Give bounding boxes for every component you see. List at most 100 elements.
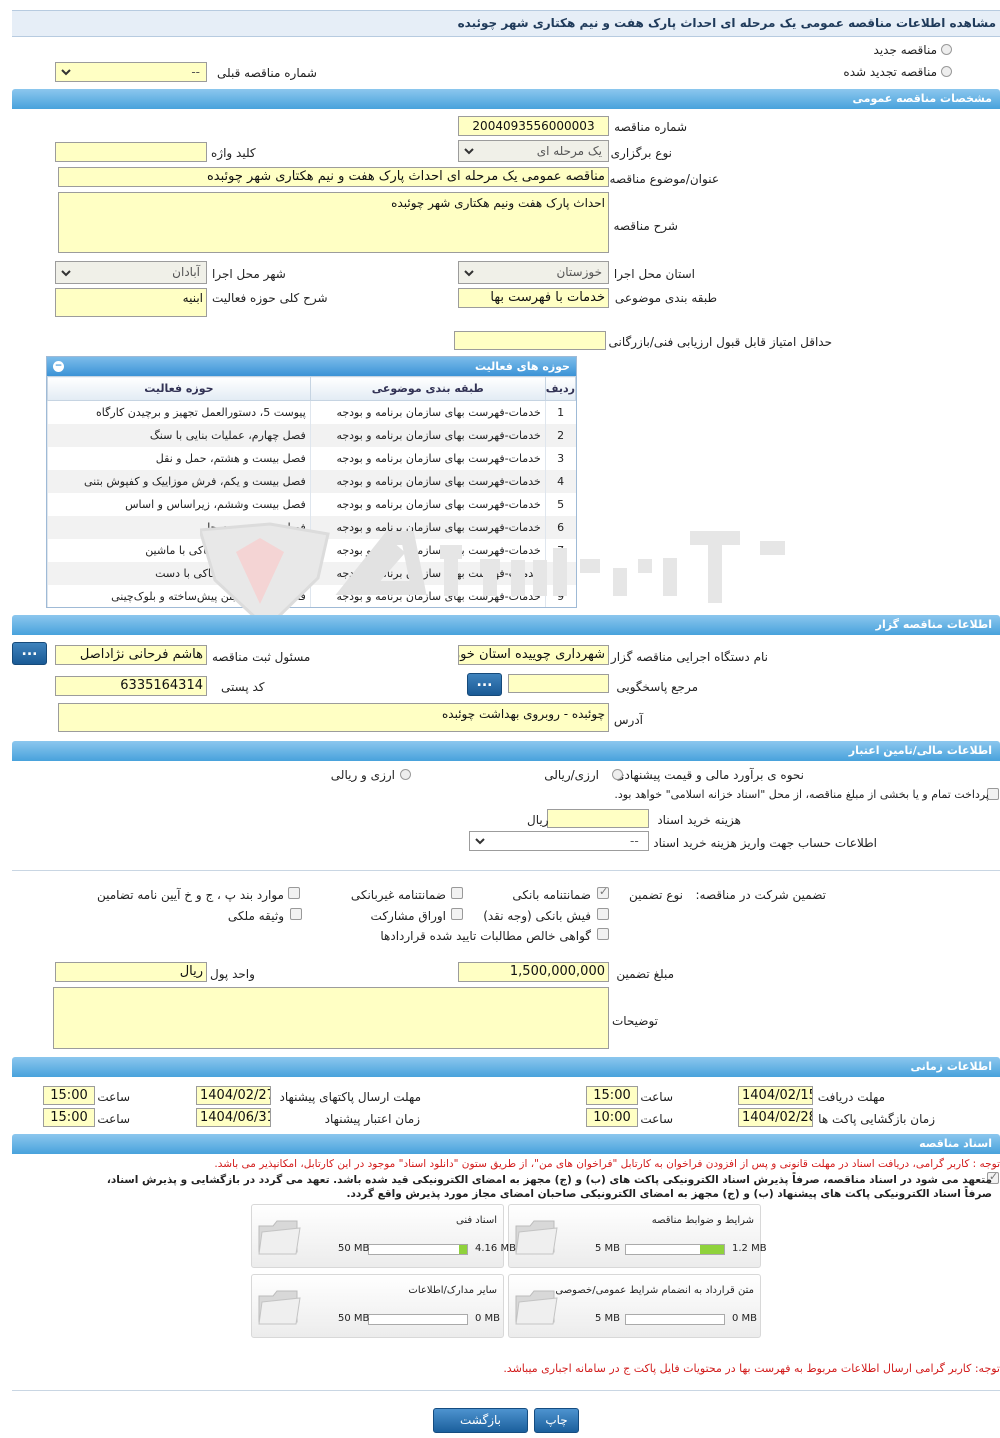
finance-divider <box>12 870 1000 871</box>
postal-code-field[interactable]: 6335164314 <box>55 676 207 696</box>
upload-progress-fill <box>700 1245 724 1254</box>
receivables-cert-label: گواهی خالص مطالبات تایید شده قراردادها <box>380 929 591 943</box>
print-button[interactable]: چاپ <box>534 1408 579 1433</box>
row-number-cell: 1 <box>544 400 576 424</box>
activity-desc-field[interactable]: ابنیه <box>55 288 207 317</box>
nonbank-guarantee-checkbox[interactable] <box>451 887 463 899</box>
doc-fee-label: هزینه خرید اسناد <box>657 813 741 827</box>
description-field[interactable]: احداث پارک هفت ونیم هکتاری شهر چوئبده <box>58 192 609 253</box>
tender-number-field[interactable]: 2004093556000003 <box>458 116 609 136</box>
row-number-cell: 3 <box>544 446 576 470</box>
document-max-size: 50 MB <box>338 1243 370 1254</box>
estimate-method-label: نحوه ی برآورد مالی و قیمت پیشنهادی <box>615 768 804 782</box>
cash-receipt-checkbox[interactable] <box>597 908 609 920</box>
doc-receive-time-field[interactable]: 15:00 <box>586 1086 638 1105</box>
currency-field[interactable]: ریال <box>55 962 207 982</box>
province-value: خوزستان <box>556 265 602 279</box>
reference-label: مرجع پاسخگویی <box>616 680 698 694</box>
account-info-value: -- <box>630 834 639 848</box>
method-select[interactable]: یک مرحله ای <box>458 140 609 162</box>
activity-cell: فصل دوازدهم، بتن پیش‌ساخته و بلوک‌چینی <box>47 584 311 607</box>
org-name-field[interactable]: شهرداری چوییده استان خوزستان <box>458 645 609 665</box>
document-current-size: 0 MB <box>732 1313 758 1324</box>
activity-cell: فصل چهارم، عملیات بنایی با سنگ <box>47 423 311 447</box>
prev-tender-number-select[interactable]: -- <box>55 62 207 82</box>
min-score-field[interactable] <box>454 331 606 350</box>
estimate-fx-label: ارزی و ریالی <box>330 768 395 782</box>
submit-deadline-label: مهلت ارسال پاکتهای پیشنهاد <box>279 1090 421 1104</box>
validity-time-field[interactable]: 15:00 <box>43 1108 95 1127</box>
table-row: 5 خدمات-فهرست بهای سازمان برنامه و بودجه ف… <box>47 492 576 516</box>
registrar-field[interactable]: هاشم فرحانی نژاداصل <box>55 645 207 665</box>
bonds-checkbox[interactable] <box>451 908 463 920</box>
document-file-name: اسناد فنی <box>456 1215 497 1226</box>
keyword-label: کلید واژه <box>211 146 256 160</box>
upload-progress-fill <box>458 1245 467 1254</box>
prev-tender-number-label: شماره مناقصه قبلی <box>217 66 317 80</box>
document-file-card[interactable]: اسناد فنی 50 MB 4.16 MB <box>251 1204 516 1268</box>
doc-receive-date-field[interactable]: 1404/02/15 <box>738 1086 813 1105</box>
activity-cell: فصل بیست وششم، زیراساس و اساس <box>47 492 311 516</box>
row-number-cell: 2 <box>544 423 576 447</box>
activity-table-header-row: ردیف طبقه بندی موضوعی حوزه فعالیت <box>47 376 576 401</box>
estimate-rial-label: ارزی/ریالی <box>544 768 599 782</box>
opening-hour-label: ساعت <box>640 1112 673 1126</box>
general-section-header: مشخصات مناقصه عمومی <box>12 89 1000 109</box>
document-file-card[interactable]: شرایط و ضوابط مناقصه 5 MB 1.2 MB <box>508 1204 767 1268</box>
timing-section-header: اطلاعات زمانی <box>12 1057 1000 1077</box>
collapse-icon[interactable]: − <box>53 361 64 372</box>
estimate-rial-radio[interactable] <box>612 769 623 780</box>
document-max-size: 5 MB <box>595 1313 621 1324</box>
receivables-cert-checkbox[interactable] <box>597 928 609 940</box>
keyword-field[interactable] <box>55 142 207 162</box>
folder-icon <box>258 1220 301 1255</box>
validity-date-field[interactable]: 1404/06/31 <box>196 1108 271 1127</box>
row-number-cell: 4 <box>544 469 576 493</box>
estimate-fx-radio[interactable] <box>400 769 411 780</box>
reference-field[interactable] <box>508 674 609 693</box>
notes-field[interactable] <box>53 987 609 1049</box>
category-cell: خدمات-فهرست بهای سازمان برنامه و بودجه <box>309 538 546 562</box>
activity-grid: حوزه های فعالیت − ردیف طبقه بندی موضوعی … <box>46 356 577 608</box>
document-file-card[interactable]: سایر مدارک/اطلاعات 50 MB 0 MB <box>251 1274 504 1338</box>
subject-field[interactable]: مناقصه عمومی یک مرحله ای احداث پارک هفت … <box>58 167 609 187</box>
upload-progress-bar <box>368 1244 468 1255</box>
upload-progress-bar <box>625 1244 725 1255</box>
property-collateral-checkbox[interactable] <box>290 908 302 920</box>
nonbank-guarantee-label: ضمانتنامه غیربانکی <box>350 888 446 902</box>
category-field[interactable]: خدمات با فهرست بها <box>458 288 609 308</box>
document-file-card[interactable]: متن قرارداد به انضمام شرایط عمومی/خصوصی 5… <box>508 1274 761 1338</box>
reference-lookup-button[interactable]: ... <box>467 673 502 696</box>
opening-hour-field[interactable]: 10:00 <box>586 1108 638 1127</box>
category-cell: خدمات-فهرست بهای سازمان برنامه و بودجه <box>309 469 546 493</box>
cash-receipt-label: فیش بانکی (وجه نقد) <box>483 909 591 923</box>
table-row: 1 خدمات-فهرست بهای سازمان برنامه و بودجه پ… <box>47 400 576 424</box>
activity-cell: فصل دوم، عملیات خاکی با دست <box>47 561 311 585</box>
activity-cell: فصل بیست و یکم، فرش موزاییک و کفپوش بتنی <box>47 469 311 493</box>
category-cell: خدمات-فهرست بهای سازمان برنامه و بودجه <box>309 584 546 607</box>
new-tender-radio[interactable] <box>941 44 952 55</box>
table-row: 4 خدمات-فهرست بهای سازمان برنامه و بودجه ف… <box>47 469 576 493</box>
table-row: 8 خدمات-فهرست بهای سازمان برنامه و بودجه ف… <box>47 561 576 585</box>
opening-date-field[interactable]: 1404/02/28 <box>738 1108 813 1127</box>
document-current-size: 4.16 MB <box>475 1243 516 1254</box>
commitment-text-line2: صرفاً اسناد الکترونیکی پاکت های پیشنهاد … <box>346 1188 992 1200</box>
bank-guarantee-checkbox[interactable] <box>597 885 609 899</box>
validity-label: زمان اعتبار پیشنهاد <box>324 1112 420 1126</box>
renewed-tender-radio[interactable] <box>941 66 952 77</box>
subject-label: عنوان/موضوع مناقصه <box>609 172 719 186</box>
submit-date-field[interactable]: 1404/02/27 <box>196 1086 271 1105</box>
guarantee-amount-field[interactable]: 1,500,000,000 <box>458 962 609 982</box>
regulation-items-checkbox[interactable] <box>288 887 300 899</box>
address-field[interactable]: چوئبده - روبروی بهداشت چوئبده <box>58 703 609 732</box>
back-button[interactable]: بازگشت <box>433 1408 528 1433</box>
province-select[interactable]: خوزستان <box>458 261 609 284</box>
province-label: استان محل اجرا <box>613 267 695 281</box>
account-info-select[interactable]: -- <box>469 831 649 851</box>
bank-guarantee-label: ضمانتنامه بانکی <box>512 888 591 902</box>
registrar-lookup-button[interactable]: ... <box>12 642 47 665</box>
city-select[interactable]: آبادان <box>55 261 207 284</box>
activity-cell: فصل بیست و هشتم، حمل و نقل <box>47 446 311 470</box>
submit-time-field[interactable]: 15:00 <box>43 1086 95 1105</box>
doc-fee-field[interactable] <box>547 809 649 828</box>
